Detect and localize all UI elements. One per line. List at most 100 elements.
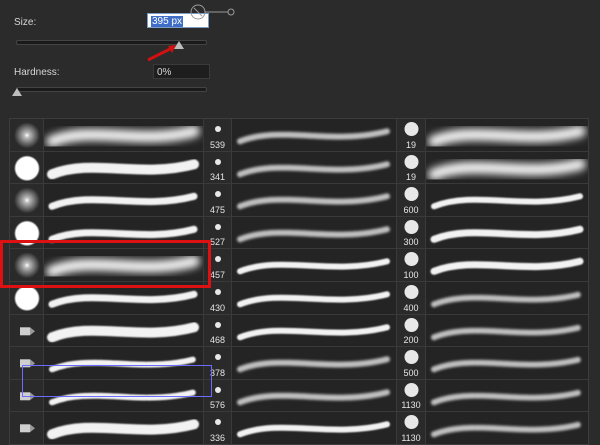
brush-preset-c-7[interactable]: 200	[397, 314, 426, 348]
brush-stroke-preview[interactable]	[426, 347, 588, 380]
brush-stroke-preview[interactable]	[232, 282, 397, 315]
brush-preset-c-8[interactable]: 500	[397, 347, 426, 380]
brush-stroke-preview[interactable]	[232, 216, 397, 250]
brush-size-label: 475	[209, 204, 226, 215]
brush-stroke-preview[interactable]	[44, 412, 204, 444]
brush-grid: 539 19 341 19 475 600 527 300 457 100 430 400 468 200…	[10, 119, 588, 444]
brush-size-label: 300	[403, 237, 419, 248]
brush-stroke-preview-image	[49, 356, 197, 373]
brush-size-label: 100	[403, 269, 419, 280]
brush-preset-c-1[interactable]: 19	[397, 119, 426, 152]
brush-stroke-preview[interactable]	[44, 151, 204, 185]
brush-preset-b-1[interactable]: 539	[204, 119, 232, 152]
bristle-brush[interactable]	[10, 347, 44, 380]
brush-stroke-preview-image	[237, 323, 390, 340]
brush-preset-b-4[interactable]: 527	[204, 216, 232, 250]
brush-preset-b-3[interactable]: 475	[204, 184, 232, 217]
brush-stroke-preview-image	[48, 192, 198, 210]
soft-round-brush[interactable]	[10, 119, 44, 152]
size-value-text: 395 px	[151, 16, 184, 27]
brush-stroke-preview[interactable]	[232, 347, 397, 380]
brush-stroke-preview-image	[47, 419, 199, 440]
brush-stroke-preview[interactable]	[426, 151, 588, 185]
brush-stroke-preview-image	[430, 258, 584, 276]
flat-wide-brush[interactable]	[10, 412, 44, 444]
brush-stroke-preview[interactable]	[426, 282, 588, 315]
size-label: Size:	[14, 17, 37, 28]
brush-stroke-preview-image	[428, 157, 586, 180]
brush-stroke-preview-image	[428, 125, 586, 148]
brush-stroke-preview[interactable]	[232, 119, 397, 152]
hard-round-pressure-opacity-brush[interactable]	[10, 282, 44, 315]
brush-preset-c-3[interactable]: 600	[397, 184, 426, 217]
brush-stroke-preview-image	[431, 389, 583, 406]
hard-round-pressure-brush[interactable]	[10, 216, 44, 250]
brush-stroke-preview[interactable]	[232, 151, 397, 185]
brush-stroke-preview[interactable]	[44, 379, 204, 413]
brush-stroke-preview[interactable]	[44, 184, 204, 217]
brush-stroke-preview[interactable]	[232, 249, 397, 282]
brush-tip-icon	[20, 326, 35, 335]
brush-tip-icon	[20, 392, 35, 401]
brush-preset-c-5[interactable]: 100	[397, 249, 426, 282]
brush-stroke-preview[interactable]	[44, 314, 204, 348]
brush-size-label: 576	[209, 400, 226, 411]
brush-preset-c-9[interactable]: 1130	[397, 379, 426, 413]
brush-preset-panel[interactable]: 539 19 341 19 475 600 527 300 457 100 430 400 468 200…	[9, 118, 589, 445]
brush-preset-c-4[interactable]: 300	[397, 216, 426, 250]
brush-preset-b-6[interactable]: 430	[204, 282, 232, 315]
brush-stroke-preview[interactable]	[44, 119, 204, 152]
brush-preset-b-7[interactable]: 468	[204, 314, 232, 348]
brush-tip-icon	[14, 122, 40, 149]
brush-stroke-preview-image	[431, 323, 583, 340]
brush-size-label: 457	[209, 269, 226, 280]
brush-stroke-preview[interactable]	[426, 184, 588, 217]
brush-preset-b-8[interactable]: 378	[204, 347, 232, 380]
brush-stroke-preview-image	[237, 389, 390, 406]
brush-preset-b-5[interactable]: 457	[204, 249, 232, 282]
brush-tip-icon	[14, 285, 40, 312]
brush-stroke-preview[interactable]	[44, 249, 204, 282]
brush-stroke-preview[interactable]	[426, 119, 588, 152]
soft-round-pressure-brush[interactable]	[10, 184, 44, 217]
brush-stroke-preview-image	[237, 356, 390, 373]
brush-preset-c-6[interactable]: 400	[397, 282, 426, 315]
hardness-slider-track[interactable]	[16, 87, 207, 92]
brush-stroke-preview-image	[237, 193, 390, 210]
brush-stroke-preview[interactable]	[232, 379, 397, 413]
brush-stroke-preview[interactable]	[44, 347, 204, 380]
brush-stroke-preview[interactable]	[232, 184, 397, 217]
brush-stroke-preview[interactable]	[426, 379, 588, 413]
hardness-value-field[interactable]: 0%	[153, 64, 210, 79]
brush-stroke-preview-image	[237, 258, 390, 275]
brush-size-label: 200	[403, 335, 419, 346]
brush-stroke-preview-image	[49, 389, 197, 406]
brush-stroke-preview[interactable]	[426, 412, 588, 444]
brush-tip-icon	[20, 359, 35, 368]
soft-round-selected-brush[interactable]	[10, 249, 44, 282]
brush-preset-b-9[interactable]: 576	[204, 379, 232, 413]
brush-size-label: 500	[403, 367, 419, 378]
brush-preset-c-2[interactable]: 19	[397, 151, 426, 185]
hard-round-brush[interactable]	[10, 151, 44, 185]
brush-tip-icon	[14, 154, 40, 181]
brush-stroke-preview[interactable]	[232, 412, 397, 444]
brush-stroke-preview-image	[237, 291, 390, 308]
bristle-wide-brush[interactable]	[10, 379, 44, 413]
hardness-slider-thumb[interactable]	[12, 88, 22, 96]
brush-preset-c-10[interactable]: 1130	[397, 412, 426, 444]
flat-tip-brush[interactable]	[10, 314, 44, 348]
brush-stroke-preview-image	[237, 160, 390, 177]
brush-stroke-preview[interactable]	[232, 314, 397, 348]
brush-stroke-preview[interactable]	[426, 249, 588, 282]
brush-stroke-preview[interactable]	[44, 282, 204, 315]
hardness-label: Hardness:	[14, 67, 60, 78]
brush-stroke-preview[interactable]	[44, 216, 204, 250]
brush-tip-icon	[14, 252, 40, 279]
brush-stroke-preview-image	[47, 321, 199, 342]
brush-stroke-preview[interactable]	[426, 314, 588, 348]
brush-tip-icon	[20, 424, 35, 433]
brush-stroke-preview[interactable]	[426, 216, 588, 250]
brush-preset-b-10[interactable]: 336	[204, 412, 232, 444]
brush-preset-b-2[interactable]: 341	[204, 151, 232, 185]
